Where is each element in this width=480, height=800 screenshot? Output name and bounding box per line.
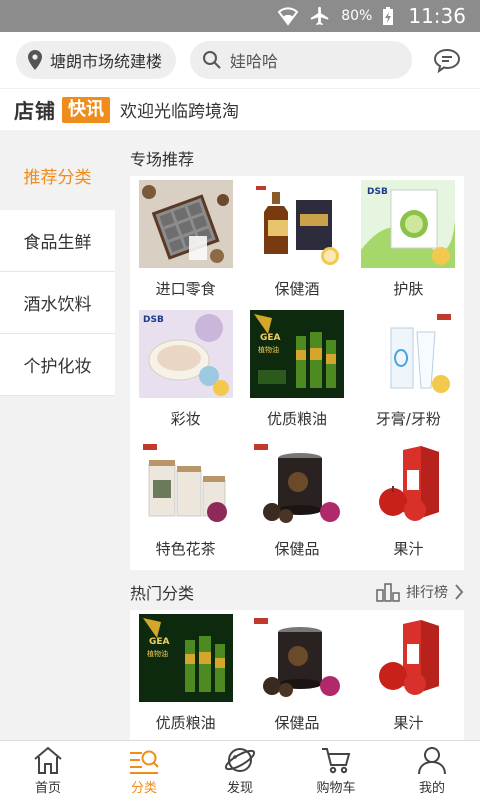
tile-label: 保健品 (274, 714, 320, 732)
main-content: 专场推荐 进口零食 保健酒 DSB 护肤 DSB 彩妆 GEA 植物油 优质粮油… (130, 140, 464, 746)
category-tile-health-products[interactable]: 保健品 (241, 440, 352, 570)
tile-label: 优质粮油 (266, 410, 327, 428)
hot-title-text: 热门分类 (130, 584, 195, 603)
sidebar-item-personal-care[interactable]: 个护化妆 (0, 334, 115, 396)
ranking-link[interactable]: 排行榜 (376, 582, 464, 602)
svg-text:植物油: 植物油 (147, 649, 168, 658)
news-brand: 店铺 (14, 99, 56, 123)
nav-label: 购物车 (316, 781, 356, 796)
tile-label: 牙膏/牙粉 (375, 410, 441, 428)
liquor-product-image (249, 180, 344, 268)
nav-discover[interactable]: 发现 (192, 741, 288, 800)
chat-bubble-icon (433, 48, 461, 73)
black-garlic-product-image (249, 440, 344, 528)
category-tile-makeup[interactable]: DSB 彩妆 (130, 310, 241, 440)
search-icon (203, 51, 221, 69)
svg-text:GEA: GEA (149, 637, 170, 647)
location-pin-icon (28, 50, 42, 70)
tile-label: 进口零食 (155, 280, 216, 298)
category-tile-health-liquor[interactable]: 保健酒 (241, 180, 352, 310)
bar-chart-icon (376, 583, 400, 602)
tile-label: 果汁 (393, 714, 424, 732)
special-grid: 进口零食 保健酒 DSB 护肤 DSB 彩妆 GEA 植物油 优质粮油 牙膏/牙… (130, 176, 464, 570)
nav-profile[interactable]: 我的 (384, 741, 480, 800)
nav-category[interactable]: 分类 (96, 741, 192, 800)
chevron-right-icon (455, 584, 464, 600)
wifi-icon (277, 7, 299, 26)
hot-section-title: 热门分类 排行榜 (130, 574, 464, 610)
user-icon (418, 747, 446, 775)
nav-home[interactable]: 首页 (0, 741, 96, 800)
tile-label: 特色花茶 (155, 540, 216, 558)
category-tile-grain-oil[interactable]: GEA 植物油 优质粮油 (241, 310, 352, 440)
tile-label: 彩妆 (170, 410, 201, 428)
hot-tile-grain-oil[interactable]: GEA 植物油 优质粮油 (130, 614, 241, 744)
category-sidebar: 推荐分类 食品生鲜 酒水饮料 个护化妆 (0, 140, 115, 396)
category-tile-skincare[interactable]: DSB 护肤 (353, 180, 464, 310)
tile-label: 保健酒 (274, 280, 320, 298)
tile-label: 护肤 (393, 280, 424, 298)
olive-oil-product-image: GEA 植物油 (249, 310, 344, 398)
special-title-text: 专场推荐 (130, 150, 195, 169)
cart-icon (322, 748, 351, 774)
sidebar-item-recommended[interactable]: 推荐分类 (0, 140, 115, 210)
black-garlic-product-image (249, 614, 344, 702)
airplane-icon (311, 6, 329, 26)
nav-label: 分类 (130, 781, 157, 796)
category-tile-toothpaste[interactable]: 牙膏/牙粉 (353, 310, 464, 440)
sidebar-item-drinks[interactable]: 酒水饮料 (0, 272, 115, 334)
search-input[interactable]: 娃哈哈 (190, 41, 412, 79)
tile-label: 优质粮油 (155, 714, 216, 732)
location-selector[interactable]: 塘朗市场统建楼 (16, 41, 176, 79)
tile-label: 果汁 (393, 540, 424, 558)
planet-icon (224, 748, 256, 772)
hot-tile-juice[interactable]: 果汁 (353, 614, 464, 744)
news-tag: 快讯 (62, 96, 110, 123)
tea-jars-product-image (138, 440, 233, 528)
svg-text:DSB: DSB (143, 315, 164, 325)
nav-label: 首页 (34, 781, 61, 796)
tile-label: 保健品 (274, 540, 320, 558)
search-placeholder: 娃哈哈 (230, 52, 279, 71)
status-bar: 80% 11:36 (0, 0, 480, 32)
sidebar-item-food[interactable]: 食品生鲜 (0, 210, 115, 272)
hot-grid: GEA 植物油 优质粮油 保健品 果汁 (130, 610, 464, 746)
chocolate-product-image (138, 180, 233, 268)
clock: 11:36 (408, 4, 466, 28)
battery-text: 80% (341, 8, 373, 24)
nav-label: 我的 (418, 781, 445, 796)
bottom-nav: 首页 分类 发现 购物车 我的 (0, 740, 480, 800)
juice-box-product-image (361, 614, 456, 702)
svg-text:植物油: 植物油 (258, 345, 279, 354)
home-icon (34, 746, 62, 774)
svg-text:DSB: DSB (367, 187, 388, 197)
nav-label: 发现 (226, 781, 253, 796)
news-text: 欢迎光临跨境淘 (120, 102, 239, 122)
category-tile-juice[interactable]: 果汁 (353, 440, 464, 570)
toothpaste-product-image (361, 310, 456, 398)
hot-tile-health-products[interactable]: 保健品 (241, 614, 352, 744)
category-tile-flower-tea[interactable]: 特色花茶 (130, 440, 241, 570)
category-icon (130, 750, 159, 774)
special-section-title: 专场推荐 (130, 140, 464, 176)
nav-cart[interactable]: 购物车 (288, 741, 384, 800)
juice-box-product-image (361, 440, 456, 528)
battery-charging-icon (383, 7, 394, 25)
message-button[interactable] (430, 43, 464, 77)
category-tile-snacks[interactable]: 进口零食 (130, 180, 241, 310)
powder-compact-product-image: DSB (138, 310, 233, 398)
news-bar[interactable]: 店铺 快讯 欢迎光临跨境淘 (0, 88, 480, 130)
svg-text:GEA: GEA (260, 333, 281, 343)
face-mask-product-image: DSB (361, 180, 456, 268)
top-bar: 塘朗市场统建楼 娃哈哈 (0, 32, 480, 88)
olive-oil-product-image: GEA 植物油 (138, 614, 233, 702)
location-label: 塘朗市场统建楼 (50, 52, 163, 71)
ranking-label: 排行榜 (406, 585, 448, 601)
